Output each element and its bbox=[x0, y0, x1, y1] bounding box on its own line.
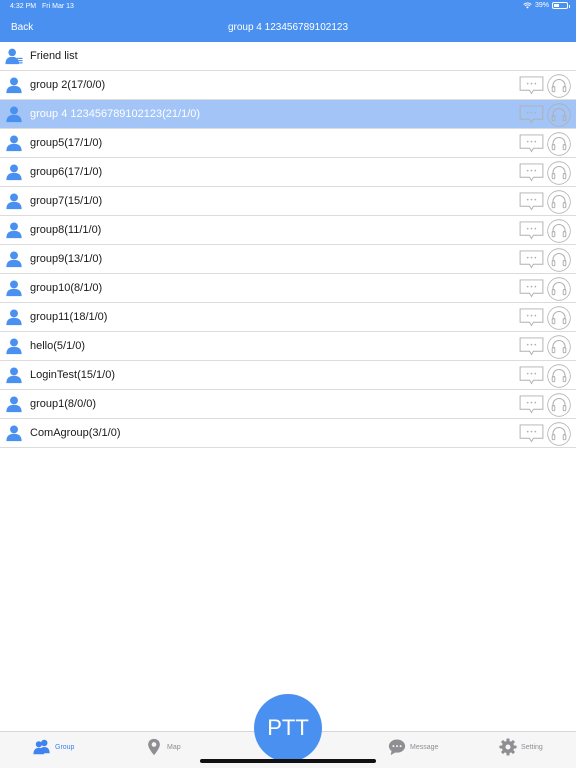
group-label: group 2(17/0/0) bbox=[30, 79, 106, 91]
group-row[interactable]: group1(8/0/0) bbox=[0, 390, 576, 419]
nav-bar: 4:32 PM Fri Mar 13 39% Back group 4 1234… bbox=[0, 0, 576, 42]
group-row[interactable]: group9(13/1/0) bbox=[0, 245, 576, 274]
status-bar: 4:32 PM Fri Mar 13 39% bbox=[0, 0, 576, 14]
group-person-icon bbox=[6, 193, 22, 210]
group-person-icon bbox=[6, 135, 22, 152]
group-row[interactable]: group5(17/1/0) bbox=[0, 129, 576, 158]
group-row[interactable]: group 4 123456789102123(21/1/0) bbox=[0, 100, 576, 129]
friend-list-icon bbox=[5, 48, 23, 65]
tab-map-label: Map bbox=[167, 743, 181, 751]
group-row[interactable]: group11(18/1/0) bbox=[0, 303, 576, 332]
group-list: Friend list group 2(17/0/0) group 4 12345… bbox=[0, 42, 576, 448]
group-label: LoginTest(15/1/0) bbox=[30, 369, 115, 381]
home-indicator bbox=[200, 759, 376, 763]
headphones-icon[interactable] bbox=[547, 335, 571, 359]
headphones-icon[interactable] bbox=[547, 277, 571, 301]
headphones-icon[interactable] bbox=[547, 393, 571, 417]
headphones-icon[interactable] bbox=[547, 306, 571, 330]
group-row[interactable]: group6(17/1/0) bbox=[0, 158, 576, 187]
group-label: group6(17/1/0) bbox=[30, 166, 103, 178]
group-icon bbox=[33, 739, 50, 755]
group-label: group5(17/1/0) bbox=[30, 137, 103, 149]
headphones-icon[interactable] bbox=[547, 190, 571, 214]
tab-setting[interactable]: Setting bbox=[499, 738, 543, 756]
group-person-icon bbox=[6, 309, 22, 326]
group-row[interactable]: group10(8/1/0) bbox=[0, 274, 576, 303]
tab-group-label: Group bbox=[55, 743, 75, 751]
group-person-icon bbox=[6, 425, 22, 442]
group-row[interactable]: LoginTest(15/1/0) bbox=[0, 361, 576, 390]
message-icon[interactable] bbox=[519, 337, 544, 356]
message-icon[interactable] bbox=[519, 76, 544, 95]
group-row[interactable]: group7(15/1/0) bbox=[0, 187, 576, 216]
battery-icon bbox=[552, 2, 570, 9]
group-label: group11(18/1/0) bbox=[30, 311, 108, 323]
message-icon[interactable] bbox=[519, 250, 544, 269]
group-label: ComAgroup(3/1/0) bbox=[30, 427, 121, 439]
tab-map[interactable]: Map bbox=[145, 738, 181, 756]
group-label: group1(8/0/0) bbox=[30, 398, 97, 410]
status-right: 39% bbox=[523, 2, 570, 9]
group-label: group 4 123456789102123(21/1/0) bbox=[30, 108, 201, 120]
group-label: group9(13/1/0) bbox=[30, 253, 103, 265]
map-pin-icon bbox=[148, 738, 160, 756]
gear-icon bbox=[499, 738, 517, 756]
battery-percent: 39% bbox=[534, 2, 549, 9]
group-person-icon bbox=[6, 222, 22, 239]
group-row[interactable]: ComAgroup(3/1/0) bbox=[0, 419, 576, 448]
headphones-icon[interactable] bbox=[547, 422, 571, 446]
group-label: group7(15/1/0) bbox=[30, 195, 103, 207]
group-label: hello(5/1/0) bbox=[30, 340, 86, 352]
message-icon[interactable] bbox=[519, 366, 544, 385]
group-person-icon bbox=[6, 396, 22, 413]
headphones-icon[interactable] bbox=[547, 248, 571, 272]
headphones-icon[interactable] bbox=[547, 161, 571, 185]
group-person-icon bbox=[6, 251, 22, 268]
wifi-icon bbox=[523, 2, 532, 9]
message-icon[interactable] bbox=[519, 192, 544, 211]
message-icon[interactable] bbox=[519, 105, 544, 124]
status-time: 4:32 PM bbox=[10, 3, 37, 10]
message-icon[interactable] bbox=[519, 134, 544, 153]
group-person-icon bbox=[6, 106, 22, 123]
group-person-icon bbox=[6, 77, 22, 94]
tab-group[interactable]: Group bbox=[33, 738, 74, 756]
chat-bubble-icon bbox=[388, 739, 406, 756]
headphones-icon[interactable] bbox=[547, 103, 571, 127]
message-icon[interactable] bbox=[519, 163, 544, 182]
group-row[interactable]: group 2(17/0/0) bbox=[0, 71, 576, 100]
status-date: Fri Mar 13 bbox=[42, 3, 74, 10]
group-rows: group 2(17/0/0) group 4 123456789102123(2… bbox=[0, 71, 576, 448]
headphones-icon[interactable] bbox=[547, 364, 571, 388]
friend-list-row[interactable]: Friend list bbox=[0, 42, 576, 71]
group-person-icon bbox=[6, 164, 22, 181]
message-icon[interactable] bbox=[519, 395, 544, 414]
ptt-button[interactable]: PTT bbox=[254, 694, 322, 762]
tab-message-label: Message bbox=[410, 743, 439, 751]
message-icon[interactable] bbox=[519, 308, 544, 327]
headphones-icon[interactable] bbox=[547, 74, 571, 98]
headphones-icon[interactable] bbox=[547, 132, 571, 156]
group-row[interactable]: group8(11/1/0) bbox=[0, 216, 576, 245]
message-icon[interactable] bbox=[519, 279, 544, 298]
page-title: group 4 123456789102123 bbox=[227, 22, 349, 33]
group-label: group8(11/1/0) bbox=[30, 224, 102, 236]
friend-list-label: Friend list bbox=[30, 50, 78, 62]
message-icon[interactable] bbox=[519, 424, 544, 443]
message-icon[interactable] bbox=[519, 221, 544, 240]
group-row[interactable]: hello(5/1/0) bbox=[0, 332, 576, 361]
group-person-icon bbox=[6, 280, 22, 297]
group-person-icon bbox=[6, 367, 22, 384]
tab-message[interactable]: Message bbox=[388, 738, 438, 756]
tab-setting-label: Setting bbox=[521, 743, 543, 751]
group-person-icon bbox=[6, 338, 22, 355]
headphones-icon[interactable] bbox=[547, 219, 571, 243]
group-label: group10(8/1/0) bbox=[30, 282, 103, 294]
